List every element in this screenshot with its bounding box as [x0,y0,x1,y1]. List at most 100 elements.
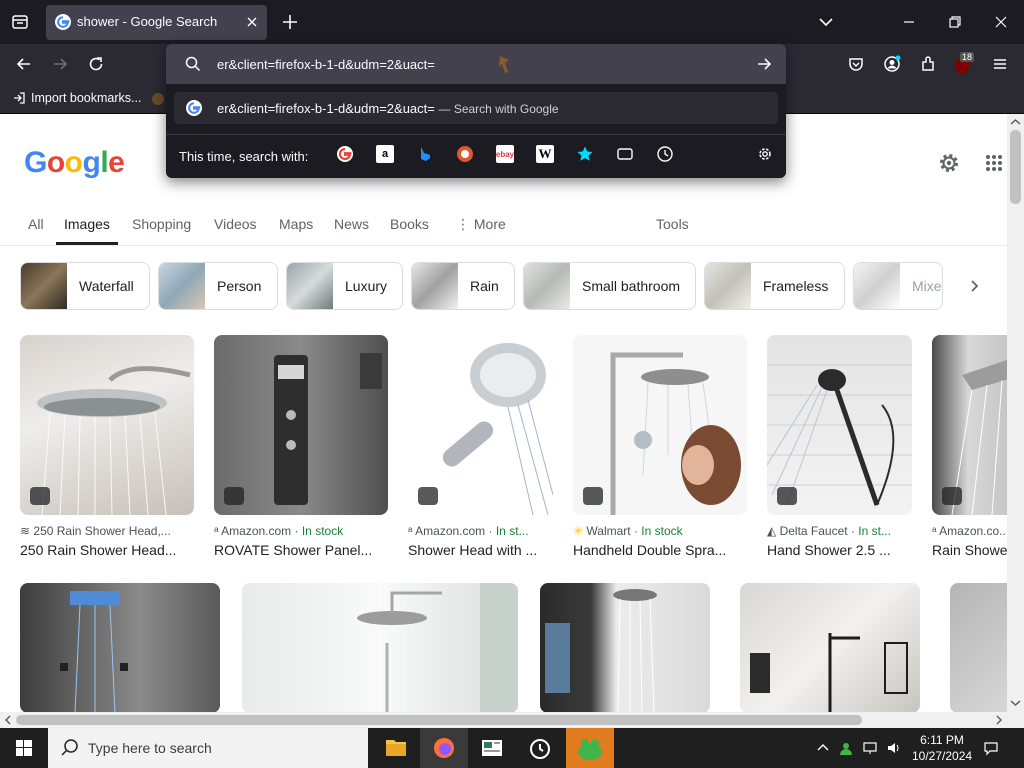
system-clock[interactable]: 6:11 PM 10/27/2024 [912,732,972,764]
close-window-icon[interactable] [991,12,1011,32]
restore-icon[interactable] [945,12,965,32]
tab-news[interactable]: News [334,216,369,246]
forward-icon[interactable] [50,54,70,74]
image-result[interactable]: ✳ Walmart · In stock Handheld Double Spr… [573,335,747,565]
chip-luxury[interactable]: Luxury [286,262,403,310]
network-icon[interactable] [862,740,878,756]
chip-waterfall[interactable]: Waterfall [20,262,150,310]
minimize-icon[interactable] [899,12,919,32]
chip-small-bathroom[interactable]: Small bathroom [523,262,696,310]
amazon-icon[interactable]: a [376,145,394,163]
horizontal-scrollbar[interactable] [0,712,1024,728]
scroll-left-icon[interactable] [1,712,15,728]
image-result[interactable]: ◭ Delta Faucet · In st... Hand Shower 2.… [767,335,912,565]
result-title[interactable]: Hand Shower 2.5 ... [767,542,912,558]
new-tab-icon[interactable] [280,12,300,32]
reload-icon[interactable] [86,54,106,74]
result-title[interactable]: Handheld Double Spra... [573,542,747,558]
tab-tools[interactable]: Tools [656,216,689,246]
go-arrow-icon[interactable] [754,54,774,74]
image-result[interactable] [950,583,1007,712]
show-hidden-icons-chevron-icon[interactable] [815,740,831,756]
notifications-icon[interactable] [983,740,999,756]
google-icon[interactable] [336,145,354,163]
search-placeholder: Type here to search [88,740,212,756]
tab-all[interactable]: All [28,216,44,246]
image-result[interactable]: ≋ 250 Rain Shower Head,... 250 Rain Show… [20,335,194,565]
close-tab-icon[interactable] [244,14,260,30]
image-result[interactable]: ᵃ Amazon.com · In st... Shower Head with… [408,335,553,565]
chip-label: Luxury [345,278,388,294]
firefox-app[interactable] [420,728,468,768]
tab-books[interactable]: Books [390,216,429,246]
chip-person[interactable]: Person [158,262,278,310]
stock-status: · In st... [488,524,529,538]
chevron-right-icon[interactable] [966,278,982,294]
chip-frameless[interactable]: Frameless [704,262,845,310]
scroll-up-icon[interactable] [1007,115,1024,129]
scrollbar-thumb[interactable] [1010,130,1021,204]
account-icon[interactable] [882,54,902,74]
browser-tab[interactable]: shower - Google Search [46,5,267,40]
url-bar[interactable]: er&client=firefox-b-1-d&udm=2&uact= [166,44,786,84]
result-image[interactable] [950,583,1007,712]
tab-images[interactable]: Images [56,216,118,246]
alarms-clock-app[interactable] [516,728,564,768]
result-image[interactable] [242,583,518,712]
bookmarks-star-icon[interactable] [576,145,594,163]
google-apps-icon[interactable] [985,154,1003,172]
search-suggestion[interactable]: er&client=firefox-b-1-d&udm=2&uact= — Se… [174,92,778,124]
taskbar-search-box[interactable]: Type here to search [48,728,368,768]
menu-icon[interactable] [990,54,1010,74]
result-image[interactable] [540,583,710,712]
duckduckgo-icon[interactable] [456,145,474,163]
bing-icon[interactable] [416,145,434,163]
result-title[interactable]: 250 Rain Shower Head... [20,542,194,558]
tab-videos[interactable]: Videos [214,216,257,246]
result-image[interactable] [20,583,220,712]
back-icon[interactable] [14,54,34,74]
list-all-tabs-icon[interactable] [816,12,836,32]
pinned-app[interactable] [566,728,614,768]
pocket-icon[interactable] [846,54,866,74]
image-result[interactable]: ᵃ Amazon.com · In stock ROVATE Shower Pa… [214,335,388,565]
scroll-right-icon[interactable] [992,712,1006,728]
url-input-text[interactable]: er&client=firefox-b-1-d&udm=2&uact= [217,57,435,72]
result-title[interactable]: Shower Head with ... [408,542,553,558]
file-explorer-app[interactable] [372,728,420,768]
scroll-down-icon[interactable] [1007,696,1024,710]
people-tray-icon[interactable] [838,740,854,756]
news-app[interactable] [468,728,516,768]
result-title[interactable]: Rain Showe... [932,542,1007,558]
chip-rain[interactable]: Rain [411,262,515,310]
image-result[interactable] [740,583,920,712]
bookmark-favicon-icon[interactable] [150,91,166,107]
volume-icon[interactable] [886,740,902,756]
history-icon[interactable] [656,145,674,163]
tabs-icon[interactable] [616,145,634,163]
ublock-extension[interactable]: 18 [952,52,975,76]
start-button[interactable] [0,728,48,768]
image-result[interactable] [20,583,220,712]
tab-list-icon[interactable] [8,10,32,34]
extensions-icon[interactable] [918,54,938,74]
image-result[interactable] [540,583,710,712]
tab-more[interactable]: ⋮ More [456,216,506,246]
google-logo[interactable]: Google [24,146,125,180]
scrollbar-thumb[interactable] [16,715,862,725]
tab-maps[interactable]: Maps [279,216,313,246]
urlbar-dropdown: er&client=firefox-b-1-d&udm=2&uact= er&c… [166,44,786,178]
vertical-scrollbar[interactable] [1007,114,1024,712]
ebay-icon[interactable]: ebay [496,145,514,163]
image-result[interactable] [242,583,518,712]
more-dots-icon: ⋮ [456,216,474,232]
import-bookmarks-item[interactable]: Import bookmarks... [12,91,141,105]
wikipedia-icon[interactable]: W [536,145,554,163]
image-result[interactable]: ᵃ Amazon.co... Rain Showe... [932,335,1007,565]
tab-shopping[interactable]: Shopping [132,216,191,246]
gear-icon[interactable] [756,145,774,163]
settings-icon[interactable] [937,151,961,175]
result-image[interactable] [740,583,920,712]
chip-mixer[interactable]: Mixer [853,262,943,310]
result-title[interactable]: ROVATE Shower Panel... [214,542,388,558]
